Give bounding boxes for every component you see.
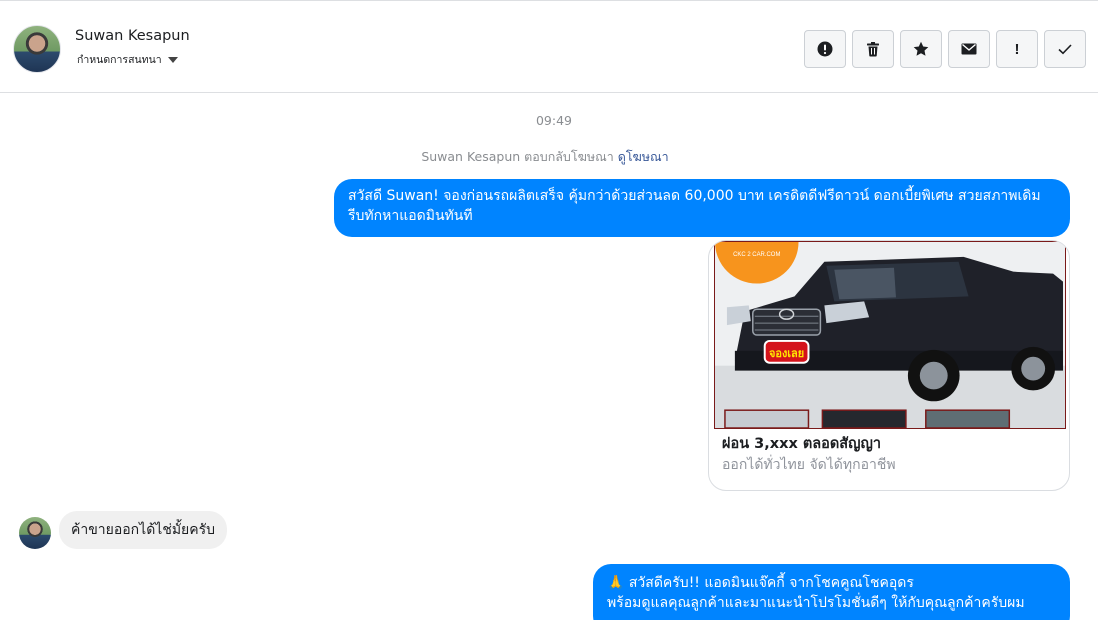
ad-card-title: ผ่อน 3,xxx ตลอดสัญญา: [722, 436, 881, 452]
done-button[interactable]: [1044, 30, 1086, 68]
checkmark-icon: [1058, 44, 1072, 55]
outgoing-message[interactable]: 🙏 สวัสดีครับ!! แอดมินแจ๊คกี้ จากโชคคูณโช…: [593, 564, 1070, 620]
pickup-truck-image: CKC 2 CAR.COM จองเลย: [715, 242, 1065, 428]
star-button[interactable]: [900, 30, 942, 68]
contact-name[interactable]: Suwan Kesapun: [75, 28, 190, 44]
envelope-icon: [961, 43, 977, 55]
exclamation-icon: !: [1014, 40, 1020, 58]
conversation-schedule-dropdown[interactable]: กำหนดการสนทนา: [77, 51, 178, 68]
trash-icon: [867, 42, 879, 57]
book-now-badge: จองเลย: [769, 347, 804, 360]
sender-avatar[interactable]: [19, 517, 51, 549]
ad-card-subtitle: ออกได้ทั่วไทย จัดได้ทุกอาชีพ: [722, 457, 896, 473]
delete-button[interactable]: [852, 30, 894, 68]
message-timestamp: 09:49: [535, 113, 573, 128]
star-icon: [913, 41, 929, 56]
spam-button[interactable]: !: [996, 30, 1038, 68]
header-actions: !: [804, 30, 1086, 68]
caret-down-icon: [167, 57, 178, 63]
dealer-logo-text: CKC 2 CAR.COM: [733, 252, 780, 258]
message-line: พร้อมดูแลคุณลูกค้าและมาแนะนำโปรโมชั่นดีๆ…: [607, 595, 1025, 611]
conversation-schedule-label: กำหนดการสนทนา: [77, 54, 162, 66]
ad-reply-text: Suwan Kesapun ตอบกลับโฆษณา: [421, 149, 614, 164]
conversation-header: Suwan Kesapun กำหนดการสนทนา !: [0, 0, 1098, 93]
ad-reply-notice: Suwan Kesapun ตอบกลับโฆษณา ดูโฆษณา: [0, 147, 1090, 167]
view-ad-link[interactable]: ดูโฆษณา: [618, 149, 669, 164]
outgoing-message[interactable]: สวัสดี Suwan! จองก่อนรถผลิตเสร็จ คุ้มกว่…: [334, 179, 1070, 237]
message-line: 🙏 สวัสดีครับ!! แอดมินแจ๊คกี้ จากโชคคูณโช…: [607, 575, 914, 591]
alert-circle-icon: [817, 41, 833, 57]
ad-card[interactable]: CKC 2 CAR.COM จองเลย ผ่อน 3,xxx ตลอดสัญญ…: [708, 240, 1070, 491]
contact-avatar[interactable]: [13, 25, 61, 73]
mark-unread-button[interactable]: [948, 30, 990, 68]
alert-button[interactable]: [804, 30, 846, 68]
car-image[interactable]: CKC 2 CAR.COM จองเลย: [714, 241, 1066, 429]
incoming-message[interactable]: ค้าขายออกได้ไช่มั้ยครับ: [59, 511, 228, 549]
